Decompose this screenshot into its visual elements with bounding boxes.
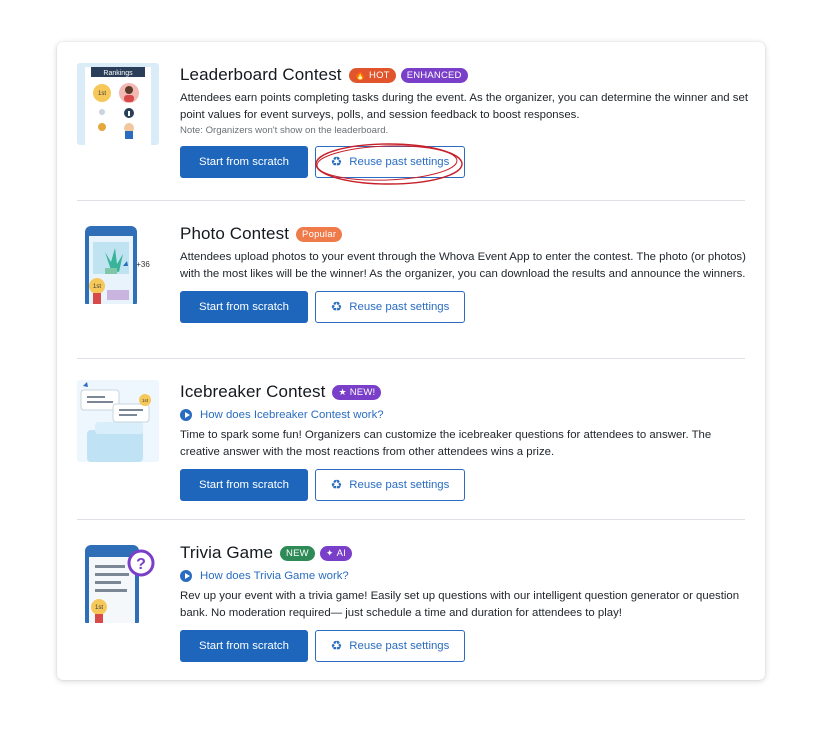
icebreaker-thumbnail: 1st: [77, 380, 159, 462]
start-from-scratch-button[interactable]: Start from scratch: [180, 630, 308, 662]
sparkle-icon: ✦: [325, 547, 334, 558]
contest-title: Icebreaker Contest: [180, 382, 326, 401]
contest-description: Attendees earn points completing tasks d…: [180, 92, 748, 121]
contest-title: Photo Contest: [180, 224, 290, 243]
trivia-thumbnail: ? 1st: [77, 541, 159, 623]
trivia-illustration: ? 1st: [77, 541, 159, 623]
ai-badge: ✦ AI: [319, 545, 352, 561]
recycle-icon: ♻: [330, 299, 343, 314]
how-it-works-link[interactable]: How does Trivia Game work?: [180, 568, 750, 583]
contest-description: Attendees upload photos to your event th…: [180, 251, 746, 280]
fire-icon: 🔥: [354, 69, 367, 80]
photo-contest-illustration: 1st +36: [77, 222, 159, 304]
start-from-scratch-button[interactable]: Start from scratch: [180, 146, 308, 178]
popular-badge: Popular: [296, 226, 343, 242]
reuse-past-settings-button[interactable]: ♻ Reuse past settings: [315, 291, 465, 323]
hot-badge: 🔥 HOT: [348, 67, 396, 83]
rank-first-label: 1st: [93, 284, 101, 290]
new-badge: NEW: [280, 545, 315, 561]
likes-count: +36: [136, 260, 150, 269]
contest-description: Rev up your event with a trivia game! Ea…: [180, 590, 740, 619]
rank-first-label: 1st: [142, 398, 149, 403]
rankings-caption: Rankings: [103, 70, 133, 77]
reuse-past-settings-button[interactable]: ♻ Reuse past settings: [315, 630, 465, 662]
recycle-icon: ♻: [330, 154, 343, 169]
contest-description: Time to spark some fun! Organizers can c…: [180, 429, 712, 458]
leaderboard-thumbnail: Rankings 1st: [77, 63, 159, 145]
section-divider: [77, 200, 745, 201]
contest-title: Leaderboard Contest: [180, 65, 342, 84]
section-divider: [77, 358, 745, 359]
enhanced-badge: ENHANCED: [400, 67, 468, 83]
recycle-icon: ♻: [330, 638, 343, 653]
reuse-past-settings-button[interactable]: ♻ Reuse past settings: [315, 469, 465, 501]
new-badge: ★ NEW!: [332, 384, 382, 400]
start-from-scratch-button[interactable]: Start from scratch: [180, 291, 308, 323]
rank-first-label: 1st: [95, 605, 103, 611]
reuse-past-settings-button[interactable]: ♻ Reuse past settings: [315, 146, 465, 178]
section-divider: [77, 519, 745, 520]
recycle-icon: ♻: [330, 477, 343, 492]
star-icon: ★: [338, 386, 347, 397]
photo-contest-thumbnail: 1st +36: [77, 222, 159, 304]
icebreaker-illustration: 1st: [77, 380, 159, 462]
organizer-note: Note: Organizers won't show on the leade…: [180, 125, 389, 136]
contest-title: Trivia Game: [180, 543, 274, 562]
svg-text:?: ?: [136, 556, 146, 573]
play-icon: [180, 569, 192, 582]
play-icon: [180, 408, 192, 421]
rank-first-label: 1st: [98, 91, 106, 97]
start-from-scratch-button[interactable]: Start from scratch: [180, 469, 308, 501]
how-it-works-link[interactable]: How does Icebreaker Contest work?: [180, 407, 750, 422]
contest-list-card: Rankings 1st Leaderboard Contest 🔥 HOT E…: [57, 42, 765, 680]
rankings-illustration: Rankings 1st: [77, 63, 159, 145]
